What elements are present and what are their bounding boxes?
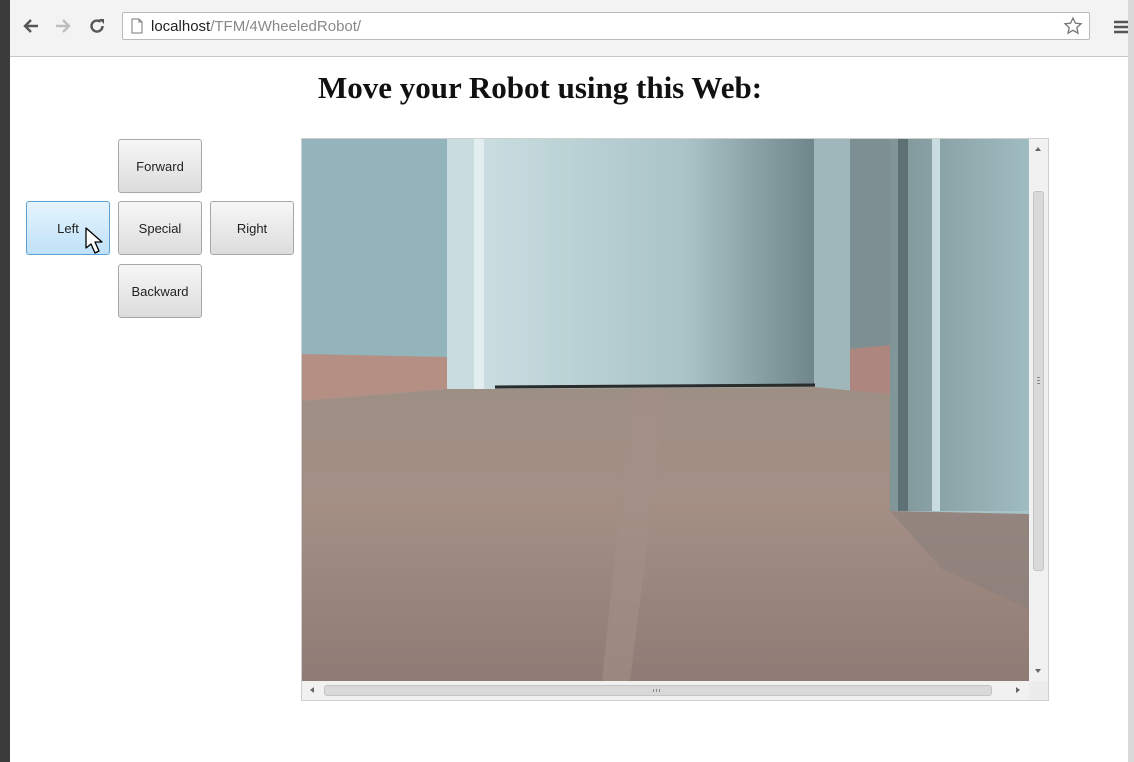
page-title: Move your Robot using this Web: (317, 70, 763, 105)
horizontal-scrollbar[interactable] (302, 681, 1029, 700)
scrollbar-corner (1029, 681, 1048, 700)
scroll-right-arrow-icon[interactable] (1016, 687, 1020, 693)
window-frame-left (0, 0, 10, 762)
back-arrow-icon[interactable] (20, 15, 42, 37)
forward-arrow-icon[interactable] (52, 15, 74, 37)
scroll-left-arrow-icon[interactable] (310, 687, 314, 693)
special-button[interactable]: Special (118, 201, 202, 255)
vertical-scrollbar[interactable] (1029, 139, 1048, 681)
url-host: localhost (151, 18, 211, 35)
reload-icon[interactable] (86, 15, 108, 37)
address-bar[interactable]: localhost/TFM/4WheeledRobot/ (122, 12, 1090, 40)
window-frame-right (1128, 0, 1134, 762)
scroll-up-arrow-icon[interactable] (1035, 147, 1041, 151)
bookmark-star-icon[interactable] (1063, 16, 1083, 36)
url-path: /TFM/4WheeledRobot/ (210, 18, 362, 35)
browser-toolbar: localhost/TFM/4WheeledRobot/ (10, 0, 1128, 57)
right-button[interactable]: Right (210, 201, 294, 255)
horizontal-scroll-thumb[interactable] (324, 685, 992, 696)
forward-button[interactable]: Forward (118, 139, 202, 193)
backward-button[interactable]: Backward (118, 264, 202, 318)
vertical-scroll-thumb[interactable] (1033, 191, 1044, 571)
menu-icon[interactable] (1110, 16, 1132, 38)
mouse-cursor-icon (85, 227, 103, 254)
camera-stream-image (302, 139, 1029, 681)
camera-stream-panel[interactable] (301, 138, 1049, 701)
scroll-down-arrow-icon[interactable] (1035, 669, 1041, 673)
page-icon (131, 18, 143, 34)
url-text: localhost/TFM/4WheeledRobot/ (151, 18, 361, 35)
